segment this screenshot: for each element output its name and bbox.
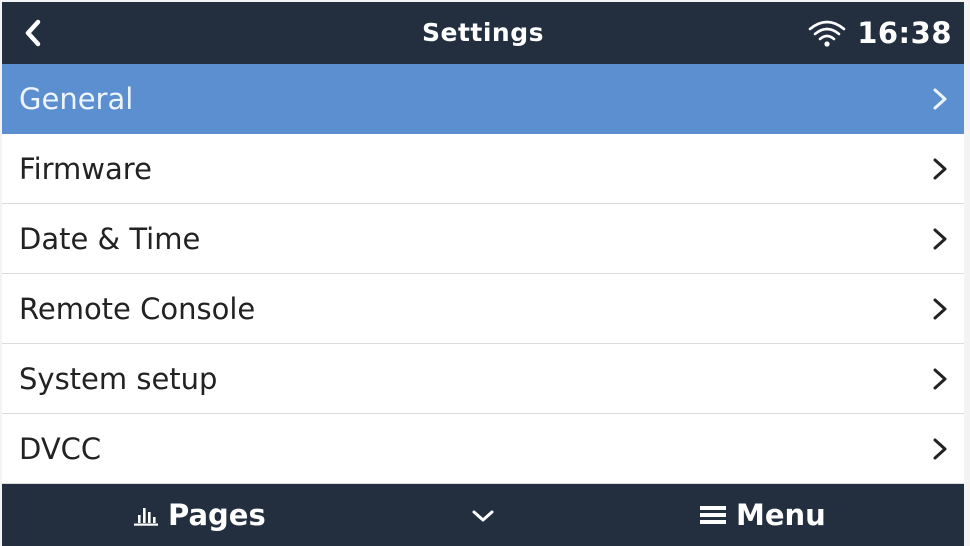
chevron-right-icon [933, 298, 947, 320]
status-area: 16:38 [807, 2, 952, 64]
menu-item-label: System setup [19, 362, 218, 396]
menu-button[interactable]: Menu [698, 484, 826, 546]
menu-item-general[interactable]: General [2, 64, 964, 134]
chevron-right-icon [933, 158, 947, 180]
settings-list: General Firmware Date & Time Remote Cons… [2, 64, 964, 484]
menu-label: Menu [736, 498, 826, 532]
clock: 16:38 [857, 16, 952, 50]
device-screen: Settings 16:38 General Firmware Date & T… [2, 2, 964, 546]
top-bar: Settings 16:38 [2, 2, 964, 64]
menu-item-label: General [19, 82, 134, 116]
menu-item-remote-console[interactable]: Remote Console [2, 274, 964, 344]
bar-chart-icon [134, 508, 158, 526]
menu-item-date-time[interactable]: Date & Time [2, 204, 964, 274]
pages-label: Pages [168, 498, 266, 532]
chevron-right-icon [933, 368, 947, 390]
chevron-right-icon [933, 228, 947, 250]
chevron-down-icon [472, 510, 494, 522]
menu-item-label: Remote Console [19, 292, 256, 326]
hamburger-icon [700, 506, 726, 524]
menu-item-dvcc[interactable]: DVCC [2, 414, 964, 484]
menu-item-label: DVCC [19, 432, 102, 466]
chevron-right-icon [933, 438, 947, 460]
bottom-bar: Pages Menu [2, 484, 964, 546]
menu-item-label: Date & Time [19, 222, 201, 256]
chevron-right-icon [933, 88, 947, 110]
scroll-down-button[interactable] [468, 504, 498, 528]
pages-button[interactable]: Pages [132, 484, 266, 546]
wifi-icon [808, 20, 846, 47]
menu-item-firmware[interactable]: Firmware [2, 134, 964, 204]
menu-item-system-setup[interactable]: System setup [2, 344, 964, 414]
menu-item-label: Firmware [19, 152, 152, 186]
